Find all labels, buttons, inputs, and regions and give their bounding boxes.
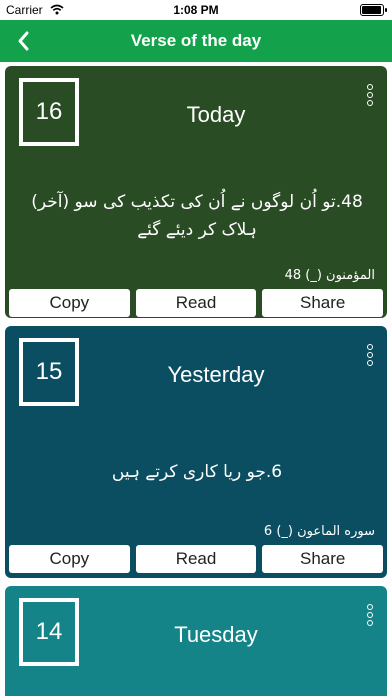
more-options-icon[interactable]: [365, 84, 375, 110]
share-button[interactable]: Share: [262, 289, 384, 317]
share-button[interactable]: Share: [262, 545, 384, 573]
day-number-box: 16: [19, 78, 79, 146]
read-button[interactable]: Read: [135, 545, 257, 573]
verse-card-today: 16 Today 48.تو اُن لوگوں نے اُن کی تکذیب…: [5, 66, 387, 318]
day-number: 15: [35, 358, 63, 385]
day-label: Today: [186, 102, 246, 127]
card-actions: Copy Read Share: [9, 545, 384, 573]
day-label: Tuesday: [174, 622, 258, 647]
verse-card-tuesday: 14 Tuesday: [5, 586, 387, 696]
more-options-icon[interactable]: [365, 604, 375, 630]
copy-button[interactable]: Copy: [9, 545, 130, 573]
more-options-icon[interactable]: [365, 344, 375, 370]
day-number: 14: [35, 618, 63, 645]
day-number-box: 14: [19, 598, 79, 666]
battery-icon: [360, 4, 387, 16]
read-button[interactable]: Read: [135, 289, 257, 317]
page-title: Verse of the day: [130, 31, 262, 50]
card-actions: Copy Read Share: [9, 289, 384, 317]
copy-button[interactable]: Copy: [9, 289, 130, 317]
status-bar: Carrier 1:08 PM: [0, 0, 392, 20]
verse-list[interactable]: 16 Today 48.تو اُن لوگوں نے اُن کی تکذیب…: [0, 62, 392, 696]
verse-text: 6.جو ریا کاری کرتے ہیں: [111, 462, 283, 482]
day-number: 16: [35, 98, 63, 125]
battery-fill: [362, 6, 381, 14]
verse-text: 48.تو اُن لوگوں نے اُن کی تکذیب کی سو (آ…: [31, 192, 363, 240]
clock-time: 1:08 PM: [173, 3, 219, 17]
verse-reference: المؤمنون (_) 48: [284, 268, 375, 283]
navigation-bar: Verse of the day: [0, 20, 392, 62]
day-label: Yesterday: [167, 362, 265, 387]
verse-card-yesterday: 15 Yesterday 6.جو ریا کاری کرتے ہیں سوره…: [5, 326, 387, 578]
day-number-box: 15: [19, 338, 79, 406]
verse-reference: سوره الماعون (_) 6: [263, 524, 375, 539]
